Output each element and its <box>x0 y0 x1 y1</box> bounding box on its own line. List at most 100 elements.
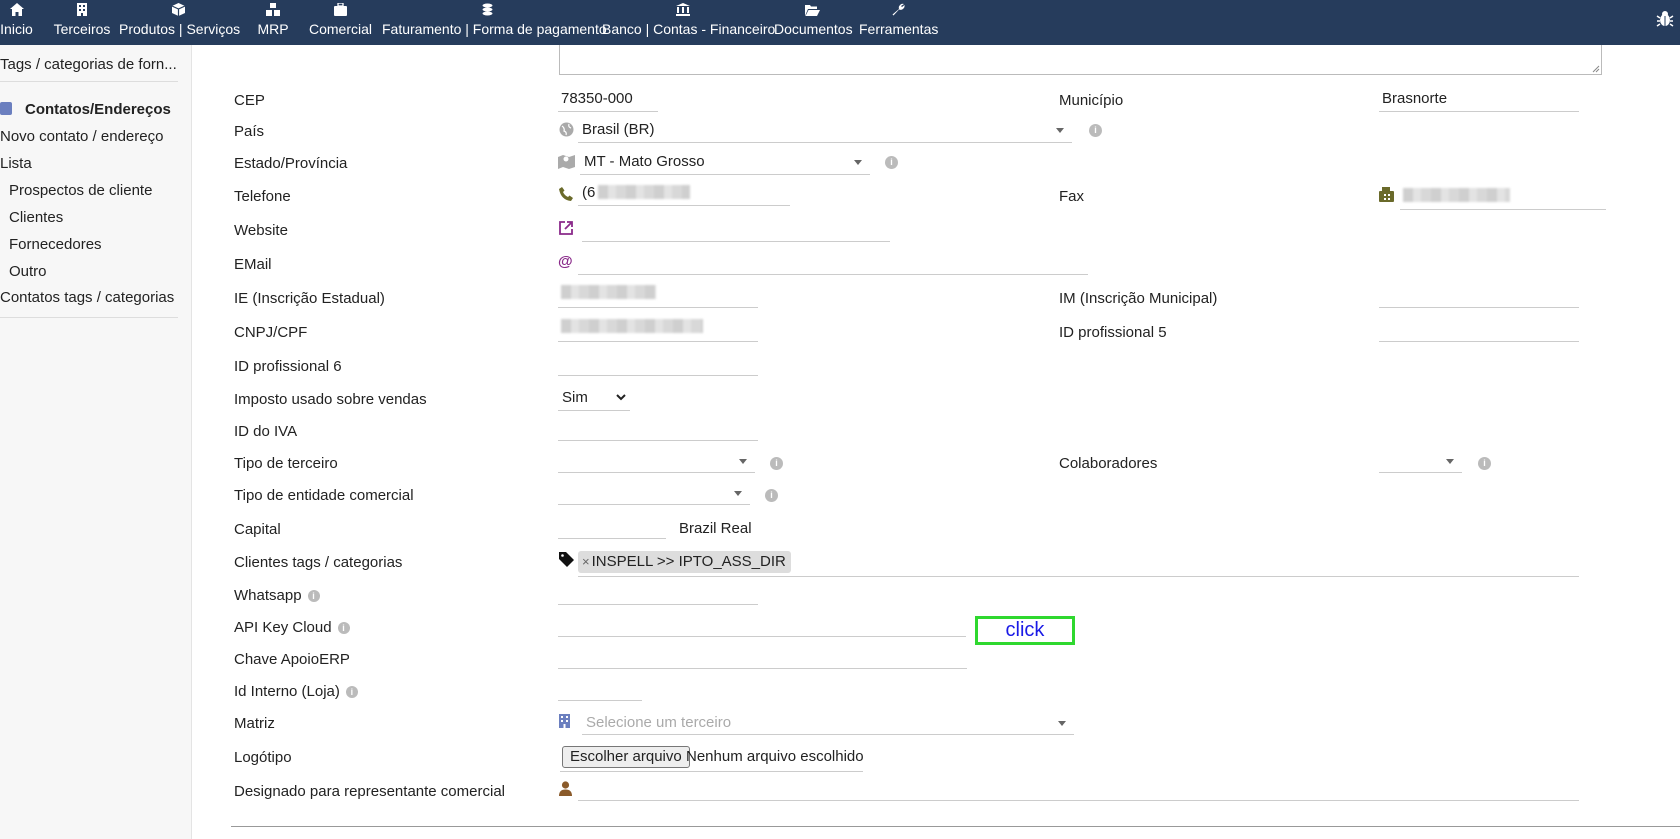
id-prof5-input[interactable] <box>1379 316 1579 342</box>
section-divider <box>231 826 1680 827</box>
menu-ferramentas-label: Ferramentas <box>859 21 939 37</box>
address-textarea[interactable] <box>559 45 1602 75</box>
sidebar-item-suppliers[interactable]: Fornecedores <box>9 236 102 253</box>
whatsapp-input[interactable] <box>558 579 758 605</box>
matriz-placeholder: Selecione um terceiro <box>586 714 732 731</box>
user-icon <box>559 781 572 800</box>
menu-comercial[interactable]: Comercial <box>309 0 372 45</box>
tipo-terceiro-select[interactable] <box>558 447 755 473</box>
colaboradores-select[interactable] <box>1379 447 1462 473</box>
menu-mrp[interactable]: MRP <box>254 0 292 45</box>
estado-select[interactable]: MT - Mato Grosso <box>580 149 870 175</box>
estado-value: MT - Mato Grosso <box>584 153 705 170</box>
home-icon <box>0 3 33 21</box>
colaboradores-label: Colaboradores <box>1059 455 1158 472</box>
matriz-label: Matriz <box>234 715 275 732</box>
tag-chip[interactable]: × INSPELL >> IPTO_ASS_DIR <box>578 551 791 573</box>
coins-icon <box>382 3 592 21</box>
menu-produtos[interactable]: Produtos | Serviços <box>119 0 241 45</box>
cep-input[interactable] <box>558 86 658 112</box>
chevron-down-icon <box>616 394 626 401</box>
tag-chip-label: INSPELL >> IPTO_ASS_DIR <box>591 553 786 570</box>
website-label: Website <box>234 222 288 239</box>
id-prof6-label: ID profissional 6 <box>234 358 342 375</box>
chave-input[interactable] <box>558 643 967 669</box>
menu-ferramentas[interactable]: Ferramentas <box>859 0 939 45</box>
chevron-down-icon <box>854 160 862 165</box>
logotipo-file-input[interactable]: Escolher arquivo Nenhum arquivo escolhid… <box>560 744 864 772</box>
menu-inicio[interactable]: Inicio <box>0 0 33 45</box>
iva-input[interactable] <box>558 415 758 441</box>
resize-handle-icon[interactable] <box>1592 65 1600 73</box>
id-prof6-input[interactable] <box>558 350 758 376</box>
redacted-text <box>1403 188 1510 202</box>
tipo-terceiro-label: Tipo de terceiro <box>234 455 338 472</box>
info-icon: i <box>307 590 320 602</box>
tipo-entidade-label: Tipo de entidade comercial <box>234 487 414 504</box>
chevron-down-icon <box>1056 128 1064 133</box>
map-icon <box>558 154 575 173</box>
api-key-input[interactable] <box>558 611 966 637</box>
sidebar-item-prospects[interactable]: Prospectos de cliente <box>9 182 152 199</box>
top-menu-bar: Inicio Terceiros Produtos | Serviços MRP… <box>0 0 1680 45</box>
whatsapp-label-text: Whatsapp <box>234 587 302 604</box>
menu-mrp-label: MRP <box>257 21 289 37</box>
matriz-select[interactable]: Selecione um terceiro <box>582 709 1074 735</box>
sidebar-item-clients[interactable]: Clientes <box>9 209 63 226</box>
address-book-icon <box>0 102 12 115</box>
remove-tag-icon[interactable]: × <box>582 554 590 569</box>
municipio-input[interactable] <box>1379 86 1579 112</box>
iva-label: ID do IVA <box>234 423 298 440</box>
tag-icon <box>559 552 574 571</box>
menu-faturamento[interactable]: Faturamento | Forma de pagamento <box>382 0 607 45</box>
capital-currency: Brazil Real <box>679 520 752 537</box>
click-button[interactable]: click <box>975 616 1075 645</box>
cube-icon <box>119 3 237 21</box>
telefone-value: (6 <box>582 184 596 201</box>
menu-banco[interactable]: Banco | Contas - Financeiro <box>602 0 776 45</box>
im-input[interactable] <box>1379 282 1579 308</box>
email-input[interactable] <box>578 249 1088 275</box>
bug-icon[interactable] <box>1656 10 1674 28</box>
sidebar-item-contact-tags[interactable]: Contatos tags / categorias <box>0 289 174 306</box>
fax-input[interactable] <box>1400 184 1606 210</box>
sidebar-item-supplier-tags[interactable]: Tags / categorias de forn... <box>0 56 177 73</box>
info-icon: i <box>765 489 778 502</box>
cnpj-label: CNPJ/CPF <box>234 324 308 341</box>
im-label: IM (Inscrição Municipal) <box>1059 290 1218 307</box>
bank-icon <box>602 3 764 21</box>
menu-produtos-label: Produtos | Serviços <box>119 21 241 37</box>
menu-terceiros-label: Terceiros <box>53 21 111 37</box>
pais-select[interactable]: Brasil (BR) <box>578 117 1072 143</box>
choose-file-button[interactable]: Escolher arquivo <box>562 746 690 768</box>
estado-label: Estado/Província <box>234 155 348 172</box>
info-icon: i <box>1478 457 1491 470</box>
info-icon: i <box>770 457 783 470</box>
pais-value: Brasil (BR) <box>582 121 655 138</box>
file-status: Nenhum arquivo escolhido <box>686 748 864 765</box>
telefone-input[interactable]: (6 <box>578 180 790 206</box>
sidebar-item-other[interactable]: Outro <box>9 263 47 280</box>
tipo-entidade-select[interactable] <box>558 479 750 505</box>
sidebar-item-list[interactable]: Lista <box>0 155 32 172</box>
imposto-select[interactable]: Sim <box>558 385 630 411</box>
municipio-label: Município <box>1059 92 1124 109</box>
sidebar-item-new-contact[interactable]: Novo contato / endereço <box>0 128 163 145</box>
menu-banco-label: Banco | Contas - Financeiro <box>602 21 776 37</box>
menu-terceiros[interactable]: Terceiros <box>51 0 113 45</box>
representante-input[interactable] <box>578 775 1579 801</box>
ie-input[interactable] <box>558 282 758 308</box>
sidebar-section-title: Contatos/Endereços <box>25 101 171 118</box>
menu-documentos[interactable]: Documentos <box>774 0 853 45</box>
info-icon: i <box>337 622 350 634</box>
cnpj-input[interactable] <box>558 316 758 342</box>
clientes-tags-select[interactable]: × INSPELL >> IPTO_ASS_DIR <box>578 547 1579 577</box>
website-input[interactable] <box>582 216 890 242</box>
sidebar-section-contacts[interactable]: Contatos/Endereços <box>0 101 171 118</box>
chave-label: Chave ApoioERP <box>234 651 350 668</box>
id-interno-input[interactable] <box>558 675 642 701</box>
menu-inicio-label: Inicio <box>0 21 33 37</box>
menu-documentos-label: Documentos <box>774 21 853 37</box>
capital-input[interactable] <box>558 513 666 539</box>
info-icon: i <box>885 156 898 169</box>
